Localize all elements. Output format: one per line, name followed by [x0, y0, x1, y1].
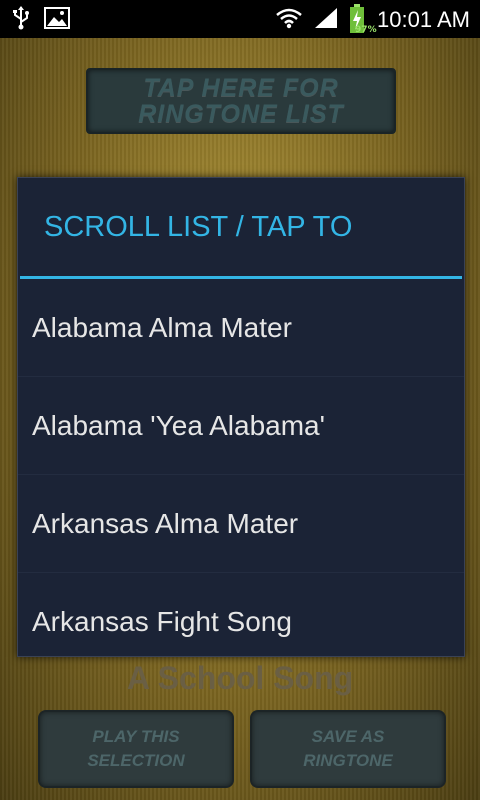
dialog-title: SCROLL LIST / TAP TO — [44, 210, 353, 243]
ringtone-list-button-line2: RINGTONE LIST — [138, 100, 344, 128]
list-item[interactable]: Alabama Alma Mater — [18, 279, 464, 377]
battery-charging-icon: 97% — [349, 4, 377, 36]
image-icon — [44, 7, 70, 33]
clock: 10:01 AM — [377, 7, 470, 32]
usb-icon — [12, 6, 30, 34]
list-item[interactable]: Alabama 'Yea Alabama' — [18, 377, 464, 475]
play-button-line1: PLAY THIS — [92, 727, 180, 746]
system-icons: 97% 10:01 AM — [275, 4, 470, 36]
play-selection-button[interactable]: PLAY THIS SELECTION — [38, 710, 234, 788]
status-bar: 97% 10:01 AM — [0, 0, 480, 38]
ringtone-list-button-line1: TAP HERE FOR — [143, 74, 339, 102]
ringtone-list-dialog: SCROLL LIST / TAP TO Alabama Alma Mater … — [17, 177, 465, 657]
list-item[interactable]: Arkansas Alma Mater — [18, 475, 464, 573]
list-item[interactable]: Arkansas Fight Song — [18, 573, 464, 656]
play-button-line2: SELECTION — [87, 751, 185, 770]
save-ringtone-button[interactable]: SAVE AS RINGTONE — [250, 710, 446, 788]
wifi-icon — [275, 7, 303, 33]
battery-percent: 97% — [355, 25, 377, 35]
save-button-line1: SAVE AS — [311, 727, 385, 746]
song-title: A School Song — [126, 660, 354, 696]
signal-icon — [313, 6, 339, 34]
notification-icons — [12, 6, 70, 34]
ringtone-list-button[interactable]: TAP HERE FOR RINGTONE LIST — [86, 68, 396, 134]
save-button-line2: RINGTONE — [303, 751, 393, 770]
